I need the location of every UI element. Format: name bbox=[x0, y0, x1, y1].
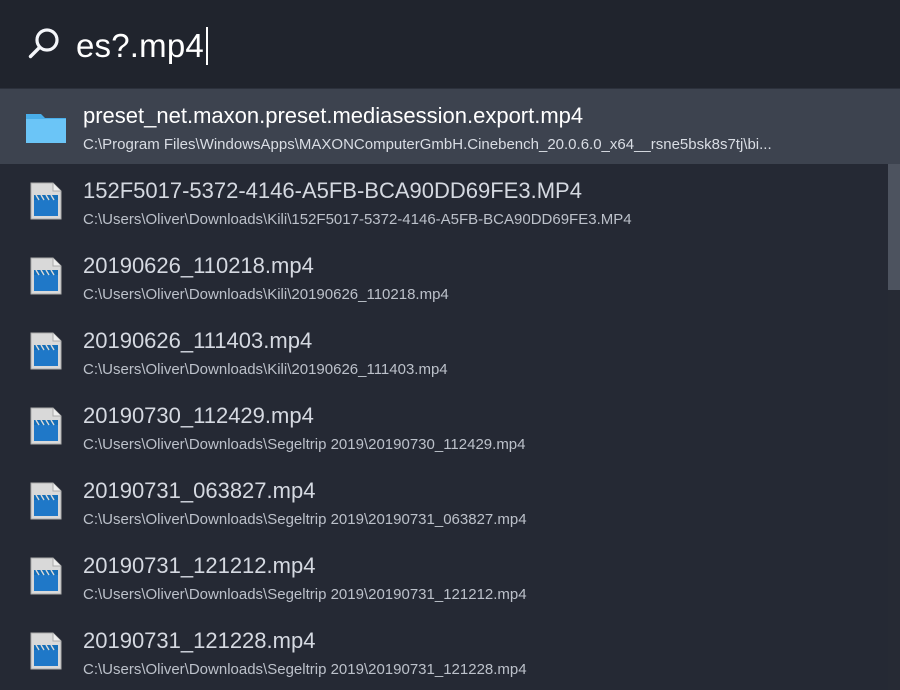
video-file-icon bbox=[29, 556, 63, 596]
video-file-icon bbox=[29, 256, 63, 296]
scrollbar-thumb[interactable] bbox=[888, 164, 900, 290]
search-launcher: es?.mp4 preset_net.maxon.preset.mediases… bbox=[0, 0, 900, 690]
result-path: C:\Users\Oliver\Downloads\Segeltrip 2019… bbox=[83, 511, 527, 528]
result-item[interactable]: 20190730_112429.mp4 C:\Users\Oliver\Down… bbox=[0, 389, 888, 464]
result-title: 152F5017-5372-4146-A5FB-BCA90DD69FE3.MP4 bbox=[83, 178, 582, 203]
result-title: 20190626_111403.mp4 bbox=[83, 328, 313, 353]
result-path: C:\Users\Oliver\Downloads\Kili\20190626_… bbox=[83, 286, 449, 303]
result-path: C:\Users\Oliver\Downloads\Kili\20190626_… bbox=[83, 361, 448, 378]
video-file-icon bbox=[29, 331, 63, 371]
result-item[interactable]: 20190731_121212.mp4 C:\Users\Oliver\Down… bbox=[0, 539, 888, 614]
result-path: C:\Users\Oliver\Downloads\Segeltrip 2019… bbox=[83, 436, 526, 453]
folder-icon bbox=[24, 106, 68, 146]
video-file-icon bbox=[29, 481, 63, 521]
video-file-icon bbox=[29, 181, 63, 221]
search-icon bbox=[26, 26, 62, 62]
results-list: preset_net.maxon.preset.mediasession.exp… bbox=[0, 89, 900, 690]
search-bar[interactable]: es?.mp4 bbox=[0, 0, 900, 89]
result-item[interactable]: preset_net.maxon.preset.mediasession.exp… bbox=[0, 89, 900, 164]
search-input[interactable]: es?.mp4 bbox=[76, 26, 208, 66]
results-scrollbar[interactable] bbox=[888, 164, 900, 690]
result-path: C:\Users\Oliver\Downloads\Kili\152F5017-… bbox=[83, 211, 632, 228]
result-item[interactable]: 20190626_111403.mp4 C:\Users\Oliver\Down… bbox=[0, 314, 888, 389]
result-item[interactable]: 20190626_110218.mp4 C:\Users\Oliver\Down… bbox=[0, 239, 888, 314]
result-item[interactable]: 20190731_063827.mp4 C:\Users\Oliver\Down… bbox=[0, 464, 888, 539]
result-title: 20190731_121228.mp4 bbox=[83, 628, 316, 653]
result-title: 20190626_110218.mp4 bbox=[83, 253, 314, 278]
result-path: C:\Users\Oliver\Downloads\Segeltrip 2019… bbox=[83, 661, 527, 678]
result-path: C:\Users\Oliver\Downloads\Segeltrip 2019… bbox=[83, 586, 527, 603]
result-item[interactable]: 20190731_121228.mp4 C:\Users\Oliver\Down… bbox=[0, 614, 888, 689]
video-file-icon bbox=[29, 406, 63, 446]
result-item[interactable]: 152F5017-5372-4146-A5FB-BCA90DD69FE3.MP4… bbox=[0, 164, 888, 239]
result-title: 20190730_112429.mp4 bbox=[83, 403, 314, 428]
result-path: C:\Program Files\WindowsApps\MAXONComput… bbox=[83, 136, 772, 153]
video-file-icon bbox=[29, 631, 63, 671]
result-title: 20190731_121212.mp4 bbox=[83, 553, 316, 578]
result-title: 20190731_063827.mp4 bbox=[83, 478, 316, 503]
search-query: es?.mp4 bbox=[76, 27, 204, 64]
result-title: preset_net.maxon.preset.mediasession.exp… bbox=[83, 103, 584, 128]
text-cursor bbox=[205, 27, 208, 65]
